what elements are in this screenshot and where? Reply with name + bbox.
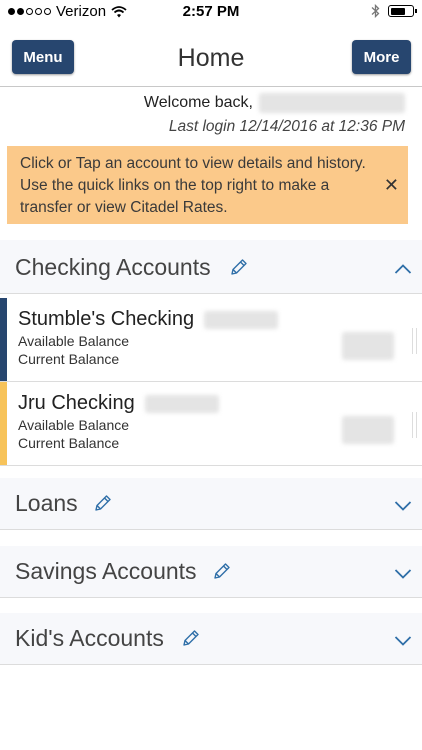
- edit-pencil-icon[interactable]: [229, 257, 249, 277]
- edit-pencil-icon[interactable]: [93, 493, 113, 513]
- section-title: Kid's Accounts: [15, 625, 164, 651]
- nav-bar: Menu Home More: [0, 24, 422, 87]
- edit-pencil-icon[interactable]: [212, 561, 232, 581]
- welcome-block: Welcome back, Last login 12/14/2016 at 1…: [144, 92, 405, 136]
- account-row-stumbles-checking[interactable]: Stumble's Checking Available Balance Cur…: [0, 298, 422, 382]
- info-banner: Click or Tap an account to view details …: [7, 146, 408, 224]
- available-balance-label: Available Balance: [18, 333, 130, 349]
- redacted-user-name: [259, 93, 405, 113]
- redacted-balance: [342, 332, 394, 360]
- welcome-greeting: Welcome back,: [143, 94, 253, 111]
- available-balance-label: Available Balance: [18, 417, 130, 433]
- redacted-account-number: [204, 310, 279, 329]
- section-header-savings[interactable]: Savings Accounts: [0, 546, 422, 598]
- close-icon[interactable]: ✕: [384, 174, 399, 196]
- section-header-checking[interactable]: Checking Accounts: [0, 240, 422, 294]
- chevron-up-icon[interactable]: [394, 263, 412, 275]
- status-bar: Verizon 2:57 PM: [0, 0, 422, 24]
- redacted-account-number: [144, 394, 219, 413]
- battery-icon: [388, 5, 417, 17]
- bluetooth-icon: [371, 4, 380, 18]
- drag-handle-icon[interactable]: [412, 412, 417, 438]
- account-name: Stumble's Checking: [18, 308, 195, 330]
- more-button[interactable]: More: [352, 40, 411, 74]
- banner-message: Click or Tap an account to view details …: [20, 155, 366, 216]
- chevron-down-icon[interactable]: [394, 500, 412, 512]
- section-header-loans[interactable]: Loans: [0, 478, 422, 530]
- account-accent-bar: [0, 382, 7, 465]
- account-name: Jru Checking: [18, 392, 135, 414]
- section-title: Loans: [15, 490, 78, 516]
- chevron-down-icon[interactable]: [394, 635, 412, 647]
- status-time: 2:57 PM: [182, 3, 240, 20]
- redacted-balance: [342, 416, 394, 444]
- edit-pencil-icon[interactable]: [181, 628, 201, 648]
- account-row-jru-checking[interactable]: Jru Checking Available Balance Current B…: [0, 382, 422, 466]
- last-login: Last login 12/14/2016 at 12:36 PM: [168, 118, 405, 135]
- account-accent-bar: [0, 298, 7, 381]
- current-balance-label: Current Balance: [18, 435, 120, 451]
- current-balance-label: Current Balance: [18, 351, 120, 367]
- drag-handle-icon[interactable]: [412, 328, 417, 354]
- chevron-down-icon[interactable]: [394, 568, 412, 580]
- section-title: Checking Accounts: [15, 254, 211, 280]
- section-header-kids[interactable]: Kid's Accounts: [0, 613, 422, 665]
- section-title: Savings Accounts: [15, 558, 197, 584]
